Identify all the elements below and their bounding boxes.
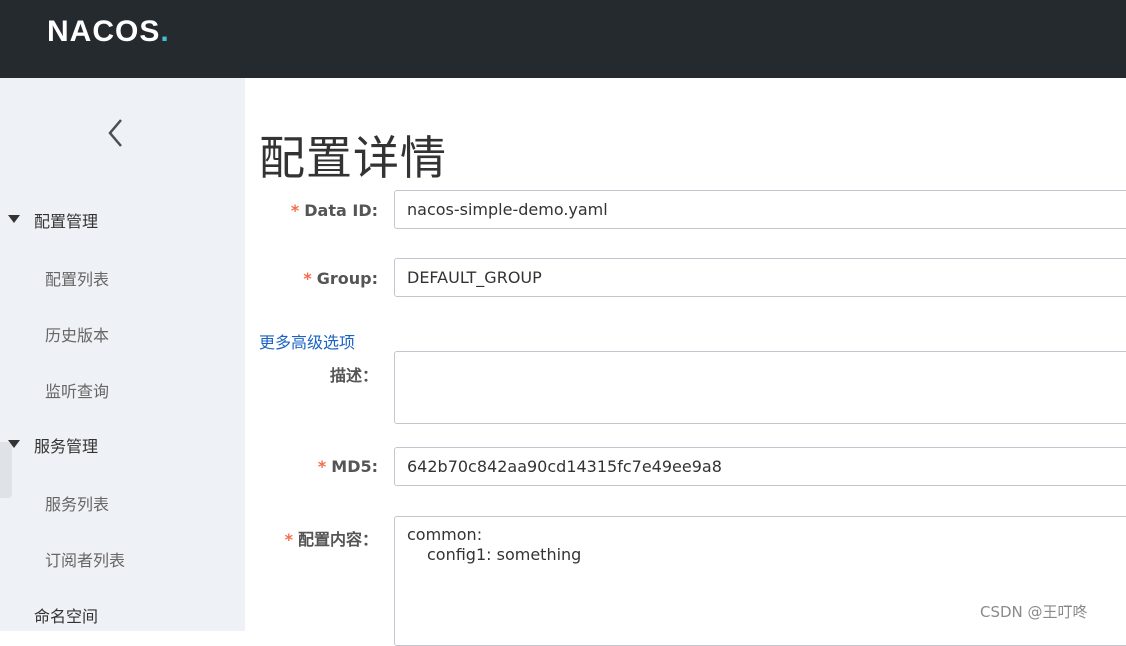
sidebar-item-label: 监听查询 bbox=[45, 382, 110, 401]
nacos-logo[interactable]: NACOS. bbox=[47, 12, 170, 52]
sidebar-item-label: 命名空间 bbox=[34, 607, 99, 626]
sidebar-item-namespace[interactable]: 命名空间 bbox=[0, 595, 245, 631]
group-label: * Group: bbox=[248, 269, 378, 288]
caret-down-icon bbox=[8, 215, 20, 223]
sidebar-item-label: 配置列表 bbox=[45, 270, 110, 289]
sidebar-item-service-list[interactable]: 服务列表 bbox=[0, 483, 245, 519]
data-id-input[interactable]: nacos-simple-demo.yaml bbox=[394, 190, 1126, 229]
config-content-editor[interactable]: common: config1: something bbox=[394, 516, 1126, 646]
group-label-text: Group: bbox=[316, 269, 378, 288]
required-mark: * bbox=[284, 530, 293, 549]
sidebar-group-service[interactable]: 服务管理 bbox=[0, 427, 245, 463]
group-input[interactable]: DEFAULT_GROUP bbox=[394, 258, 1126, 297]
caret-down-icon bbox=[8, 440, 20, 448]
sidebar-item-label: 历史版本 bbox=[45, 326, 110, 345]
sidebar-item-subscriber-list[interactable]: 订阅者列表 bbox=[0, 539, 245, 575]
sidebar-item-listener-query[interactable]: 监听查询 bbox=[0, 370, 245, 406]
collapse-sidebar-button[interactable] bbox=[101, 115, 131, 151]
top-navbar: NACOS. bbox=[0, 0, 1126, 78]
required-mark: * bbox=[317, 457, 327, 476]
md5-label-text: MD5: bbox=[331, 457, 378, 476]
data-id-label-text: Data ID: bbox=[304, 201, 378, 220]
sidebar-item-label: 服务列表 bbox=[45, 495, 110, 514]
config-content-label-text: 配置内容： bbox=[297, 530, 378, 549]
required-mark: * bbox=[290, 201, 300, 220]
md5-label: * MD5: bbox=[248, 457, 378, 476]
logo-dot: . bbox=[160, 15, 170, 48]
description-textarea[interactable] bbox=[394, 351, 1126, 424]
required-mark: * bbox=[303, 269, 312, 288]
md5-input[interactable]: 642b70c842aa90cd14315fc7e49ee9a8 bbox=[394, 447, 1126, 486]
sidebar-group-config[interactable]: 配置管理 bbox=[0, 202, 245, 238]
main-content: 配置详情 * Data ID: nacos-simple-demo.yaml * G… bbox=[245, 78, 1126, 646]
group-value: DEFAULT_GROUP bbox=[407, 268, 542, 287]
code-line: common: bbox=[407, 525, 483, 544]
sidebar-item-config-list[interactable]: 配置列表 bbox=[0, 258, 245, 294]
code-line: config1: something bbox=[427, 545, 582, 564]
data-id-label: * Data ID: bbox=[248, 201, 378, 220]
logo-text: NACOS bbox=[47, 15, 161, 48]
watermark: CSDN @王叮咚 bbox=[980, 603, 1088, 621]
md5-value: 642b70c842aa90cd14315fc7e49ee9a8 bbox=[407, 457, 722, 476]
chevron-left-icon bbox=[108, 119, 122, 147]
sidebar-item-history[interactable]: 历史版本 bbox=[0, 314, 245, 350]
page-title: 配置详情 bbox=[259, 131, 447, 185]
sidebar: 配置管理 配置列表 历史版本 监听查询 服务管理 服务列表 订阅者列表 命名空间 bbox=[0, 78, 245, 631]
config-content-label: * 配置内容： bbox=[248, 526, 378, 550]
sidebar-group-label: 服务管理 bbox=[34, 437, 99, 456]
sidebar-item-label: 订阅者列表 bbox=[45, 551, 126, 570]
more-advanced-options-link[interactable]: 更多高级选项 bbox=[259, 329, 355, 353]
description-label: 描述： bbox=[329, 366, 378, 385]
sidebar-group-label: 配置管理 bbox=[34, 212, 99, 231]
data-id-value: nacos-simple-demo.yaml bbox=[407, 200, 608, 219]
